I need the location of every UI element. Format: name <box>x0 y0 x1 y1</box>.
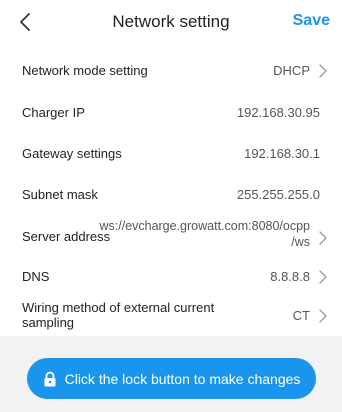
wiring-method-label-line2: sampling <box>22 315 75 330</box>
gateway-value: 192.168.30.1 <box>244 146 320 161</box>
header-bar: Network setting Save <box>0 0 342 44</box>
charger-ip-value: 192.168.30.95 <box>236 105 320 120</box>
chevron-right-icon <box>318 269 328 285</box>
server-address-value-line1: ws://evcharge.growatt.com:8080/ocpp <box>99 219 310 233</box>
dns-label: DNS <box>22 269 50 284</box>
page-title: Network setting <box>112 12 230 31</box>
dns-row[interactable]: DNS 8.8.8.8 <box>0 264 342 290</box>
subnet-mask-row: Subnet mask 255.255.255.0 <box>0 182 342 208</box>
chevron-right-icon <box>318 230 328 246</box>
server-address-row[interactable]: Server address ws://evcharge.growatt.com… <box>0 218 342 258</box>
server-address-label: Server address <box>22 229 111 244</box>
subnet-mask-value: 255.255.255.0 <box>236 187 320 202</box>
footer-bar: Click the lock button to make changes <box>0 336 342 412</box>
dns-value: 8.8.8.8 <box>270 269 310 284</box>
charger-ip-label: Charger IP <box>22 105 85 120</box>
wiring-method-row[interactable]: Wiring method of external current sampli… <box>0 298 342 332</box>
subnet-mask-label: Subnet mask <box>22 187 98 202</box>
chevron-right-icon <box>318 308 328 324</box>
save-button[interactable]: Save <box>293 12 330 30</box>
chevron-right-icon <box>318 63 328 79</box>
wiring-method-value: CT <box>292 308 310 323</box>
network-mode-label: Network mode setting <box>22 63 148 78</box>
gateway-row: Gateway settings 192.168.30.1 <box>0 141 342 167</box>
charger-ip-row: Charger IP 192.168.30.95 <box>0 100 342 126</box>
wiring-method-label-line1: Wiring method of external current <box>22 300 215 315</box>
lock-icon <box>43 371 57 387</box>
wiring-method-label: Wiring method of external current sampli… <box>22 300 214 330</box>
gateway-label: Gateway settings <box>22 146 122 161</box>
unlock-button[interactable]: Click the lock button to make changes <box>27 358 316 399</box>
server-address-value-line2: /ws <box>291 235 310 249</box>
network-mode-value: DHCP <box>273 63 310 78</box>
server-address-value: ws://evcharge.growatt.com:8080/ocpp /ws <box>99 218 310 250</box>
unlock-button-label: Click the lock button to make changes <box>64 370 301 387</box>
network-mode-row[interactable]: Network mode setting DHCP <box>0 58 342 84</box>
